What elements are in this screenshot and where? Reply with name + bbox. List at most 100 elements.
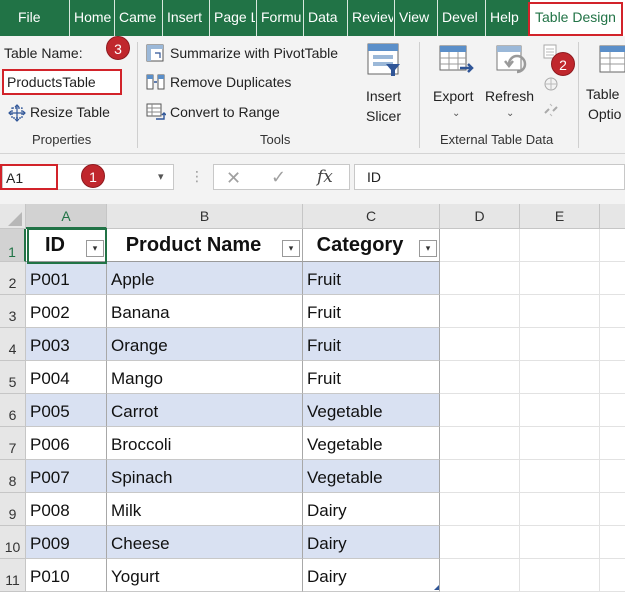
table-header-product-name[interactable]: Product Name (107, 229, 303, 262)
table-row[interactable]: Fruit (303, 295, 440, 328)
table-row[interactable]: Fruit (303, 262, 440, 295)
insert-slicer-line2[interactable]: Slicer (366, 108, 401, 124)
table-style-options-line1[interactable]: Table (586, 86, 619, 102)
table-row[interactable]: P006 (26, 427, 107, 460)
empty-cell[interactable] (600, 262, 625, 295)
tab-home[interactable]: Home (69, 0, 113, 36)
table-row[interactable]: Dairy (303, 559, 440, 592)
table-row[interactable]: Milk (107, 493, 303, 526)
empty-cell[interactable] (520, 460, 600, 493)
empty-cell[interactable] (440, 394, 520, 427)
name-box-dropdown-icon[interactable]: ▾ (158, 170, 164, 183)
empty-cell[interactable] (440, 361, 520, 394)
table-resize-handle[interactable] (434, 585, 439, 590)
insert-slicer-line1[interactable]: Insert (366, 88, 401, 104)
empty-cell[interactable] (520, 262, 600, 295)
cell-f1[interactable] (600, 229, 625, 262)
resize-table-button[interactable]: Resize Table (30, 104, 110, 120)
table-row[interactable]: Carrot (107, 394, 303, 427)
row-header-4[interactable]: 4 (0, 328, 26, 361)
empty-cell[interactable] (600, 361, 625, 394)
table-row[interactable]: P009 (26, 526, 107, 559)
table-row[interactable]: Broccoli (107, 427, 303, 460)
table-row[interactable]: Mango (107, 361, 303, 394)
tab-data[interactable]: Data (303, 0, 346, 36)
table-row[interactable]: Vegetable (303, 427, 440, 460)
table-row[interactable]: Fruit (303, 361, 440, 394)
empty-cell[interactable] (440, 328, 520, 361)
empty-cell[interactable] (600, 493, 625, 526)
empty-cell[interactable] (520, 394, 600, 427)
table-row[interactable]: P005 (26, 394, 107, 427)
row-header-6[interactable]: 6 (0, 394, 26, 427)
tab-help[interactable]: Help (485, 0, 529, 36)
empty-cell[interactable] (440, 559, 520, 592)
row-header-10[interactable]: 10 (0, 526, 26, 559)
tab-insert[interactable]: Insert (162, 0, 208, 36)
convert-to-range-button[interactable]: Convert to Range (170, 104, 280, 120)
tab-file[interactable]: File (14, 0, 54, 36)
empty-cell[interactable] (600, 328, 625, 361)
table-row[interactable]: Dairy (303, 526, 440, 559)
empty-cell[interactable] (520, 493, 600, 526)
tab-review[interactable]: Reviev (347, 0, 393, 36)
table-row[interactable]: P002 (26, 295, 107, 328)
table-row[interactable]: Dairy (303, 493, 440, 526)
row-header-7[interactable]: 7 (0, 427, 26, 460)
row-header-3[interactable]: 3 (0, 295, 26, 328)
empty-cell[interactable] (600, 460, 625, 493)
table-row[interactable]: Vegetable (303, 460, 440, 493)
remove-duplicates-button[interactable]: Remove Duplicates (170, 74, 291, 90)
row-header-11[interactable]: 11 (0, 559, 26, 592)
table-row[interactable]: Banana (107, 295, 303, 328)
table-style-options-line2[interactable]: Optio (588, 106, 621, 122)
row-header-8[interactable]: 8 (0, 460, 26, 493)
empty-cell[interactable] (440, 262, 520, 295)
cell-d1[interactable] (440, 229, 520, 262)
empty-cell[interactable] (520, 328, 600, 361)
table-row[interactable]: P010 (26, 559, 107, 592)
empty-cell[interactable] (520, 295, 600, 328)
empty-cell[interactable] (600, 427, 625, 460)
empty-cell[interactable] (440, 526, 520, 559)
filter-dropdown-icon[interactable]: ▾ (282, 240, 300, 257)
column-header-a[interactable]: A (26, 204, 107, 229)
empty-cell[interactable] (600, 394, 625, 427)
column-header-e[interactable]: E (520, 204, 600, 229)
column-header-c[interactable]: C (303, 204, 440, 229)
empty-cell[interactable] (600, 295, 625, 328)
empty-cell[interactable] (520, 526, 600, 559)
empty-cell[interactable] (520, 427, 600, 460)
empty-cell[interactable] (520, 361, 600, 394)
empty-cell[interactable] (440, 295, 520, 328)
table-row[interactable]: Cheese (107, 526, 303, 559)
row-header-5[interactable]: 5 (0, 361, 26, 394)
column-header-b[interactable]: B (107, 204, 303, 229)
table-row[interactable]: P001 (26, 262, 107, 295)
empty-cell[interactable] (600, 526, 625, 559)
table-row[interactable]: Spinach (107, 460, 303, 493)
cancel-icon[interactable]: ✕ (226, 168, 241, 189)
table-row[interactable]: P007 (26, 460, 107, 493)
tab-developer[interactable]: Devel (437, 0, 484, 36)
row-header-2[interactable]: 2 (0, 262, 26, 295)
summarize-pivot-button[interactable]: Summarize with PivotTable (170, 45, 338, 61)
refresh-button[interactable]: Refresh (485, 88, 534, 104)
column-header-f[interactable] (600, 204, 625, 229)
table-row[interactable]: Fruit (303, 328, 440, 361)
tab-page-layout[interactable]: Page L (209, 0, 255, 36)
column-header-d[interactable]: D (440, 204, 520, 229)
table-row[interactable]: P004 (26, 361, 107, 394)
export-dropdown-icon[interactable]: ⌄ (452, 108, 460, 119)
table-row[interactable]: Vegetable (303, 394, 440, 427)
tab-formulas[interactable]: Formu (256, 0, 302, 36)
tab-camera[interactable]: Came (114, 0, 161, 36)
table-row[interactable]: Apple (107, 262, 303, 295)
table-row[interactable]: Yogurt (107, 559, 303, 592)
row-header-9[interactable]: 9 (0, 493, 26, 526)
empty-cell[interactable] (520, 559, 600, 592)
filter-dropdown-icon[interactable]: ▾ (419, 240, 437, 257)
export-button[interactable]: Export (433, 88, 473, 104)
empty-cell[interactable] (600, 559, 625, 592)
table-row[interactable]: Orange (107, 328, 303, 361)
